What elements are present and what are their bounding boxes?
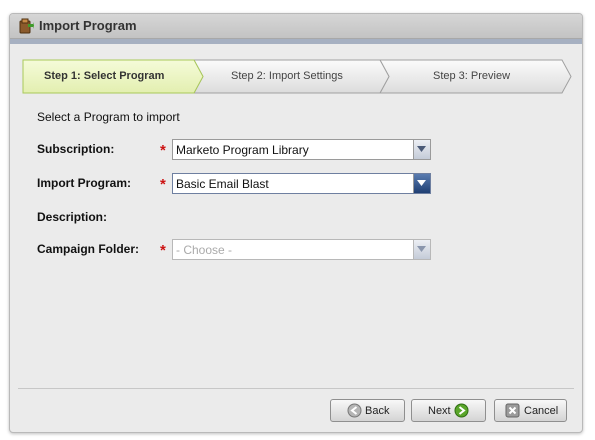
wizard-step-3[interactable]: Step 3: Preview bbox=[433, 70, 510, 82]
campaign-folder-dropdown-button[interactable] bbox=[413, 240, 430, 259]
chevron-down-icon bbox=[417, 246, 426, 252]
import-program-label: Import Program: bbox=[37, 176, 132, 190]
subscription-label: Subscription: bbox=[37, 142, 115, 156]
subscription-value: Marketo Program Library bbox=[176, 143, 309, 157]
campaign-folder-label: Campaign Folder: bbox=[37, 242, 140, 256]
footer-divider bbox=[18, 388, 574, 389]
campaign-folder-select[interactable]: - Choose - bbox=[172, 239, 431, 260]
cancel-button-label: Cancel bbox=[524, 405, 559, 417]
import-program-dropdown-button[interactable] bbox=[413, 174, 430, 193]
next-button-label: Next bbox=[428, 405, 451, 417]
required-marker: * bbox=[160, 176, 166, 193]
back-button-label: Back bbox=[365, 405, 390, 417]
description-label: Description: bbox=[37, 210, 108, 224]
campaign-folder-placeholder: - Choose - bbox=[176, 243, 233, 257]
subscription-select[interactable]: Marketo Program Library bbox=[172, 139, 431, 160]
import-program-select[interactable]: Basic Email Blast bbox=[172, 173, 431, 194]
next-button[interactable]: Next bbox=[411, 399, 486, 422]
dialog-title: Import Program bbox=[39, 18, 137, 33]
back-button[interactable]: Back bbox=[330, 399, 405, 422]
cancel-button[interactable]: Cancel bbox=[494, 399, 567, 422]
import-program-value: Basic Email Blast bbox=[176, 177, 269, 191]
form-intro: Select a Program to import bbox=[37, 110, 180, 124]
chevron-down-icon bbox=[417, 146, 426, 152]
import-program-dialog: Import Program Step 1: Select Program St… bbox=[9, 13, 583, 433]
import-box-icon bbox=[19, 18, 34, 34]
wizard-step-2[interactable]: Step 2: Import Settings bbox=[231, 70, 343, 82]
required-marker: * bbox=[160, 242, 166, 259]
wizard-steps: Step 1: Select Program Step 2: Import Se… bbox=[22, 59, 572, 95]
arrow-right-circle-icon bbox=[454, 403, 469, 418]
close-square-icon bbox=[505, 403, 520, 418]
subscription-dropdown-button[interactable] bbox=[413, 140, 430, 159]
title-stripe bbox=[10, 39, 582, 44]
wizard-step-1[interactable]: Step 1: Select Program bbox=[44, 70, 164, 82]
required-marker: * bbox=[160, 142, 166, 159]
arrow-left-circle-icon bbox=[347, 403, 362, 418]
title-bar: Import Program bbox=[10, 14, 582, 39]
chevron-down-icon bbox=[417, 180, 426, 186]
